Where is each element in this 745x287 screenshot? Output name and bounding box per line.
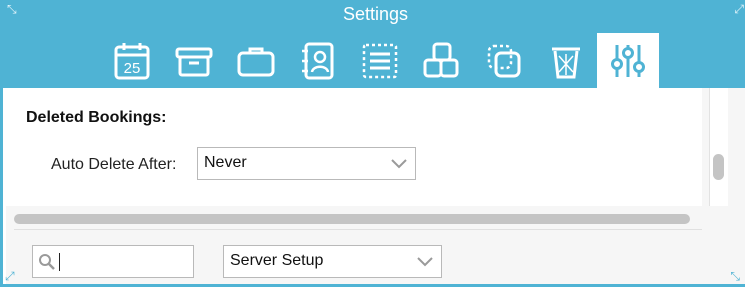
toolbar-calendar-button[interactable]: 25 [101, 33, 163, 88]
view-select[interactable]: Server Setup [223, 245, 442, 278]
sliders-icon [611, 44, 645, 77]
settings-content: Deleted Bookings: Auto Delete After: Nev… [6, 88, 745, 284]
deleted-bookings-heading: Deleted Bookings: [26, 109, 167, 126]
resize-corner-icon[interactable]: ⤢ [734, 3, 744, 15]
toolbar-contacts-button[interactable] [287, 33, 349, 88]
horizontal-scroll-thumb[interactable] [14, 214, 690, 224]
auto-delete-value: Never [204, 154, 247, 171]
window-header: Settings ⤡ ⤢ 25 [3, 0, 745, 88]
resize-corner-icon[interactable]: ⤡ [7, 3, 17, 15]
search-icon [39, 254, 55, 270]
briefcase-icon [237, 47, 275, 76]
duplicate-icon [487, 44, 521, 77]
list-icon [362, 43, 398, 78]
search-field[interactable] [32, 245, 194, 278]
settings-window: Settings ⤡ ⤢ 25 Deleted Bookings: Auto D… [0, 0, 745, 287]
toolbar-duplicate-button[interactable] [473, 33, 535, 88]
horizontal-scrollbar[interactable] [14, 212, 694, 226]
trash-icon [552, 47, 580, 78]
window-title: Settings [342, 4, 409, 24]
auto-delete-label: Auto Delete After: [51, 156, 177, 173]
deleted-bookings-panel: Deleted Bookings: Auto Delete After: Nev… [6, 88, 702, 206]
toolbar-list-button[interactable] [349, 33, 411, 88]
toolbar-blocks-button[interactable] [411, 33, 473, 88]
blocks-icon [423, 42, 459, 77]
vertical-scroll-thumb[interactable] [713, 154, 724, 180]
calendar-day-label: 25 [124, 60, 141, 77]
auto-delete-select[interactable]: Never [197, 147, 416, 180]
divider [14, 229, 702, 230]
chevron-down-icon [417, 257, 433, 267]
toolbar-preferences-button[interactable] [597, 33, 659, 88]
chevron-down-icon [391, 159, 407, 169]
resize-corner-icon[interactable]: ⤡ [730, 270, 740, 282]
calendar-icon: 25 [114, 42, 150, 79]
resize-corner-icon[interactable]: ⤢ [5, 270, 15, 282]
view-select-value: Server Setup [230, 252, 324, 269]
toolbar-archive-button[interactable] [163, 33, 225, 88]
archive-box-icon [175, 47, 213, 76]
contacts-book-icon [302, 42, 334, 79]
settings-toolbar: 25 [101, 33, 659, 88]
toolbar-briefcase-button[interactable] [225, 33, 287, 88]
text-caret [59, 253, 60, 271]
toolbar-trash-button[interactable] [535, 33, 597, 88]
vertical-scrollbar[interactable] [709, 88, 728, 206]
